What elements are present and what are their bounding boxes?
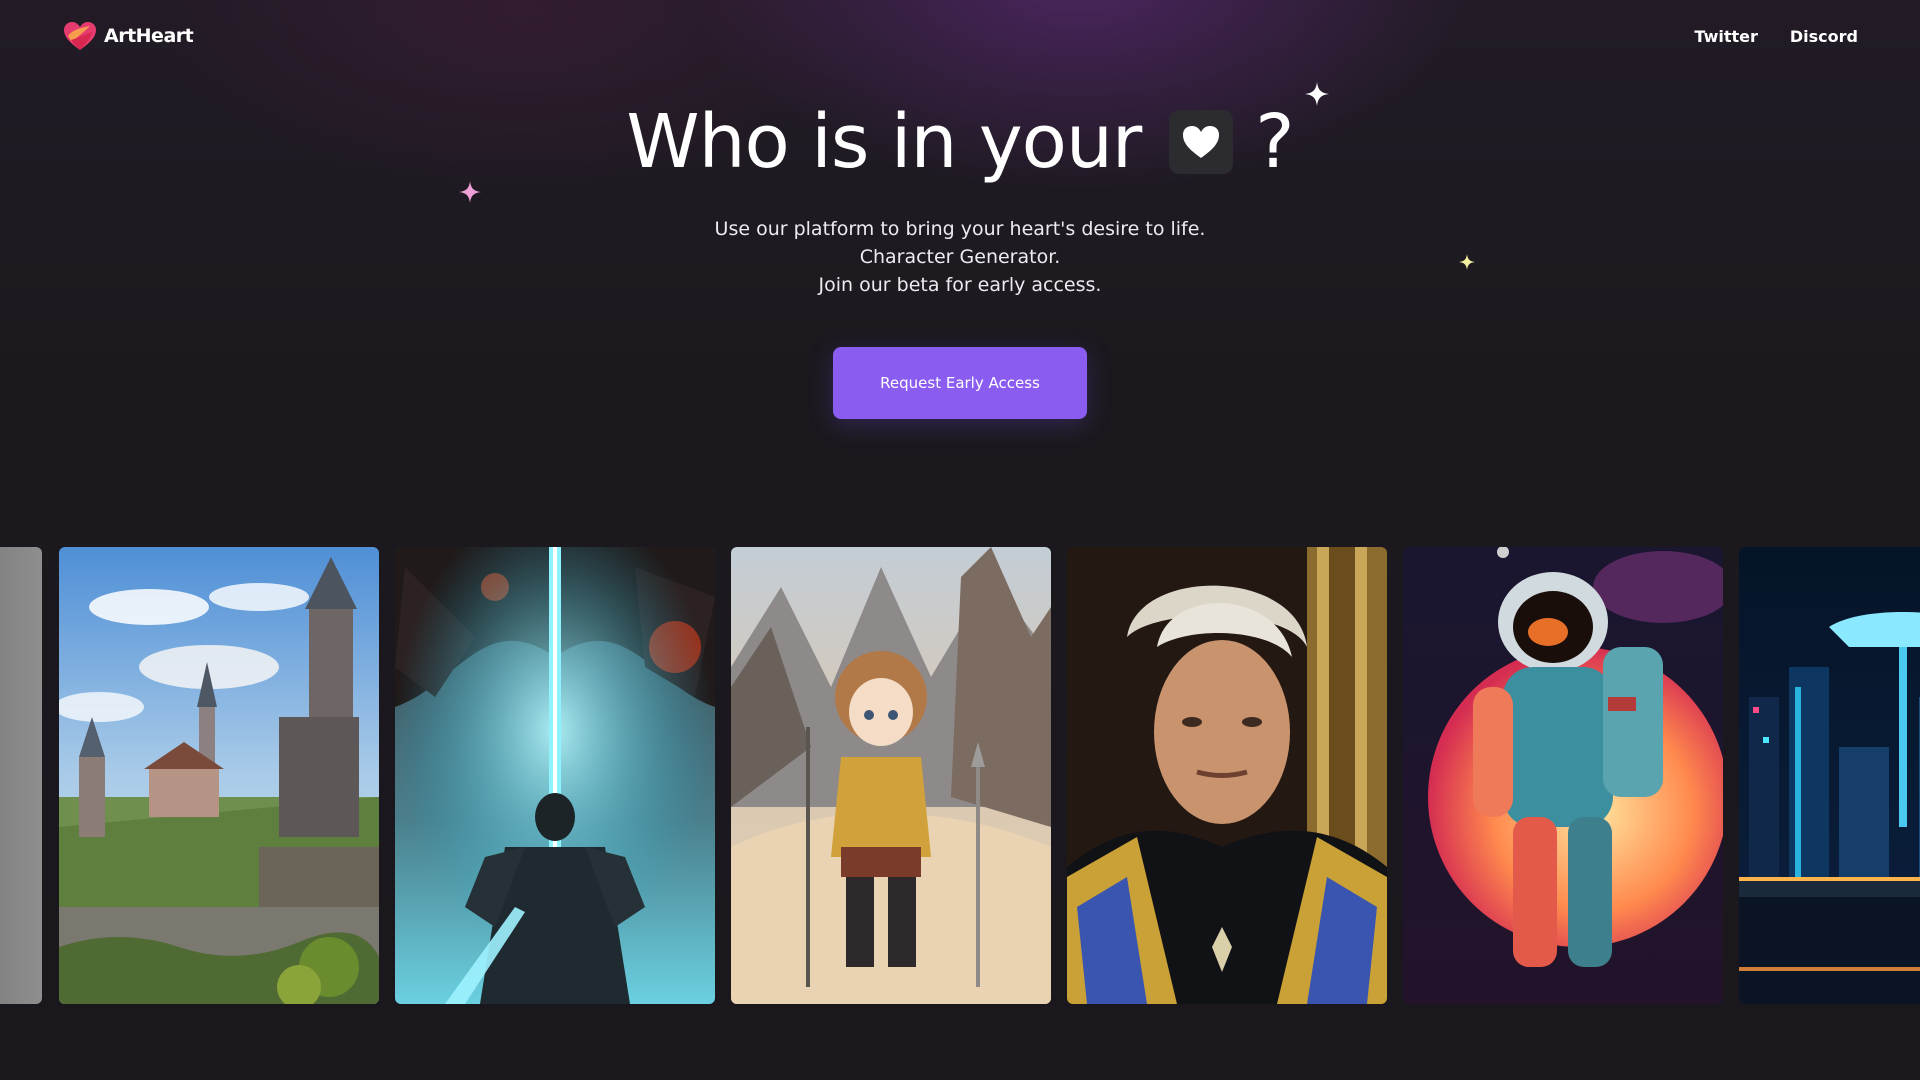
hero-subtitle: Use our platform to bring your heart's d…: [0, 215, 1920, 299]
hero-subtitle-line-3: Join our beta for early access.: [818, 274, 1102, 296]
gallery-card-astronaut[interactable]: [1403, 547, 1723, 1004]
top-nav: ArtHeart Twitter Discord: [62, 20, 1858, 52]
nav-link-discord[interactable]: Discord: [1790, 27, 1858, 46]
landing-page: ArtHeart Twitter Discord Who is in your …: [0, 0, 1920, 1080]
hero-title-suffix: ?: [1255, 99, 1294, 185]
hero-subtitle-line-2: Character Generator.: [859, 246, 1061, 268]
brand-logo-link[interactable]: ArtHeart: [62, 20, 194, 52]
hero-subtitle-line-1: Use our platform to bring your heart's d…: [714, 218, 1206, 240]
request-early-access-button[interactable]: Request Early Access: [833, 347, 1087, 419]
gallery-card-anime-adventurer[interactable]: [731, 547, 1051, 1004]
character-gallery: [0, 547, 1920, 1004]
heart-icon: [1169, 110, 1234, 174]
hero-title: Who is in your ?: [0, 92, 1920, 192]
gallery-card-neon-city[interactable]: [1739, 547, 1920, 1004]
gallery-card-partial[interactable]: [0, 547, 42, 1004]
gallery-card-castle-town[interactable]: [59, 547, 379, 1004]
gallery-card-skeleton-knight[interactable]: [395, 547, 715, 1004]
brand-name: ArtHeart: [104, 25, 194, 47]
gallery-card-silver-haired-man[interactable]: [1067, 547, 1387, 1004]
nav-link-twitter[interactable]: Twitter: [1694, 27, 1757, 46]
nav-links: Twitter Discord: [1694, 27, 1858, 46]
hero-title-text: Who is in your: [626, 99, 1142, 185]
heart-logo-icon: [64, 22, 96, 50]
